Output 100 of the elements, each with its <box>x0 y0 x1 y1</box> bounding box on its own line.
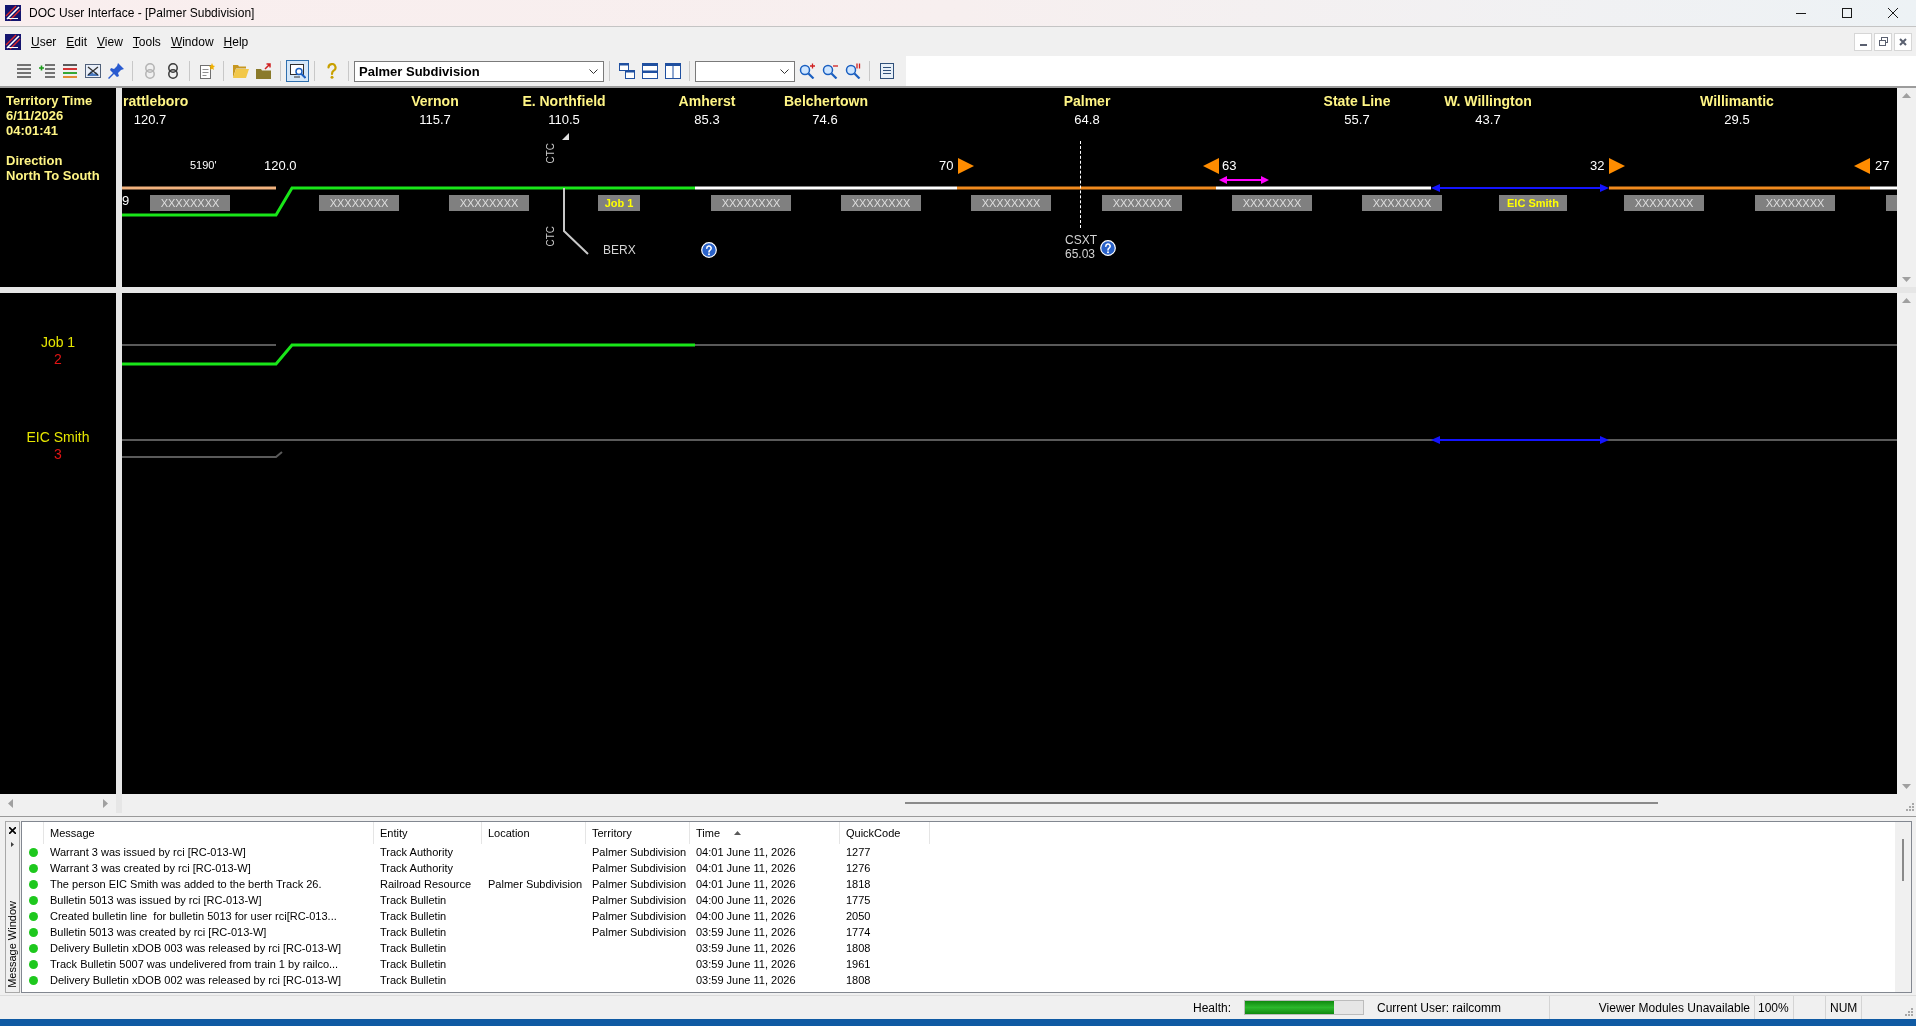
menu-item[interactable]: View <box>93 33 127 50</box>
pin-icon <box>107 63 124 79</box>
folder-open-icon <box>232 64 249 78</box>
chevron-down-icon <box>589 68 598 74</box>
column-header[interactable]: Time <box>690 822 840 844</box>
branch-label: BERX <box>603 243 636 257</box>
subdivision-select[interactable]: Palmer Subdivision <box>354 60 604 82</box>
territory-date: 6/11/2026 <box>6 108 64 123</box>
table-cell-text: Track Bulletin <box>379 925 447 938</box>
table-cell-text: 03:59 June 11, 2026 <box>695 973 796 986</box>
table-cell-text: 1277 <box>845 845 871 858</box>
table-cell-text: Created bulletin line for bulletin 5013 for user rci[RC-013... <box>49 909 337 922</box>
document-restore-button[interactable] <box>1874 32 1892 51</box>
document-list-icon <box>879 63 894 79</box>
table-cell-text: Palmer Subdivision <box>487 877 583 890</box>
table-cell-text: 04:01 June 11, 2026 <box>695 877 796 890</box>
column-header[interactable]: QuickCode <box>840 822 930 844</box>
vertical-scrollbar[interactable] <box>1895 822 1911 992</box>
table-cell-text: Track Bulletin <box>379 893 447 906</box>
track-block-label: XXXXXXXX <box>971 195 1051 211</box>
station-milepost: 110.5 <box>548 112 580 127</box>
menu-item[interactable]: User <box>27 33 61 50</box>
rings-icon <box>165 63 180 79</box>
territory-time-label: Territory Time <box>6 93 93 108</box>
track-block-label: EIC Smith <box>1499 195 1567 211</box>
authority-name: Job 1 <box>40 333 76 351</box>
keyboard-state-text: NUM <box>1830 1000 1858 1015</box>
column-header[interactable]: Territory <box>586 822 690 844</box>
table-cell-text: Palmer Subdivision <box>591 845 687 858</box>
resize-grip-icon <box>1904 1007 1913 1016</box>
junction-railroad: CSXT <box>1065 233 1097 247</box>
scrollbar-thumb[interactable] <box>1902 839 1904 881</box>
window-title: DOC User Interface - [Palmer Subdivision] <box>29 6 255 20</box>
table-cell-text: Track Bulletin <box>379 973 447 986</box>
station-milepost: 115.7 <box>419 112 451 127</box>
column-header[interactable]: Message <box>44 822 374 844</box>
chevron-down-icon <box>780 68 789 74</box>
track-block-label: XXXXXXXX <box>1624 195 1704 211</box>
track-block-label: XXXXXXXX <box>449 195 529 211</box>
list-add-icon <box>38 64 55 78</box>
table-cell-text: Palmer Subdivision <box>591 861 687 874</box>
table-cell-text: Track Bulletin <box>379 909 447 922</box>
menu-item[interactable]: Edit <box>62 33 92 50</box>
table-cell-text: 04:00 June 11, 2026 <box>695 893 796 906</box>
table-cell-text: Railroad Resource <box>379 877 472 890</box>
table-cell-text: 1774 <box>845 925 871 938</box>
table-cell-text: Palmer Subdivision <box>591 925 687 938</box>
table-cell-text: Bulletin 5013 was created by rci [RC-013-W] <box>49 925 267 938</box>
column-header[interactable]: Location <box>482 822 586 844</box>
sort-arrow-icon <box>734 831 742 835</box>
monitor-search-icon <box>289 63 306 79</box>
authority-number: 2 <box>54 351 62 368</box>
table-cell-text: Palmer Subdivision <box>591 893 687 906</box>
table-cell-text: Palmer Subdivision <box>591 909 687 922</box>
app-logo-icon <box>5 33 21 50</box>
tile-horizontal-icon <box>641 63 658 79</box>
station-milepost: 64.8 <box>1074 112 1100 127</box>
column-header[interactable]: Entity <box>374 822 482 844</box>
current-user-text: Current User: railcomm <box>1377 1000 1502 1015</box>
track-block-label: XXXXXXXX <box>1362 195 1442 211</box>
table-cell-text: 03:59 June 11, 2026 <box>695 957 796 970</box>
document-close-button[interactable] <box>1894 32 1912 51</box>
station-milepost: 29.5 <box>1724 112 1750 127</box>
health-label: Health: <box>1192 1000 1231 1015</box>
station-milepost: 55.7 <box>1344 112 1370 127</box>
folder-arrow-icon <box>255 63 272 79</box>
menu-item[interactable]: Help <box>219 33 253 50</box>
table-cell-text: The person EIC Smith was added to the berth Track 26. <box>49 877 322 890</box>
table-cell-text: Palmer Subdivision <box>591 877 687 890</box>
signal-number: 70 <box>939 158 954 174</box>
station-milepost: 74.6 <box>812 112 838 127</box>
document-minimize-button[interactable] <box>1854 32 1872 51</box>
station-milepost: 43.7 <box>1475 112 1501 127</box>
direction-label: Direction <box>6 153 63 168</box>
menu-item[interactable]: Window <box>166 33 218 50</box>
menu-item[interactable]: Tools <box>128 33 165 50</box>
station-milepost: 85.3 <box>694 112 720 127</box>
table-cell-text: 1808 <box>845 973 871 986</box>
toolbar-button[interactable] <box>286 60 309 82</box>
signal-number: 32 <box>1590 158 1605 174</box>
track-block-label: XXXXXXXX <box>1755 195 1835 211</box>
table-cell-text: 04:00 June 11, 2026 <box>695 909 796 922</box>
station-name: Palmer <box>1063 93 1111 109</box>
milepost-label: 9 <box>122 193 130 209</box>
table-cell-text: Track Bulletin <box>379 957 447 970</box>
zoom-level-select[interactable] <box>695 60 795 82</box>
table-cell-text: 03:59 June 11, 2026 <box>695 925 796 938</box>
close-icon <box>9 827 16 834</box>
direction-value: North To South <box>6 168 100 183</box>
table-cell-text: 1961 <box>845 957 871 970</box>
table-cell-text: Track Authority <box>379 845 453 858</box>
station-name: W. Willington <box>1444 93 1532 109</box>
table-cell-text: Track Authority <box>379 861 453 874</box>
rings-icon <box>142 63 157 79</box>
signal-number: 63 <box>1222 158 1237 174</box>
table-cell-text: 04:01 June 11, 2026 <box>695 845 796 858</box>
table-cell-text: 04:01 June 11, 2026 <box>695 861 796 874</box>
close-button[interactable] <box>7 825 18 836</box>
station-name: rattleboro <box>123 93 189 109</box>
image-cross-icon <box>84 64 101 78</box>
